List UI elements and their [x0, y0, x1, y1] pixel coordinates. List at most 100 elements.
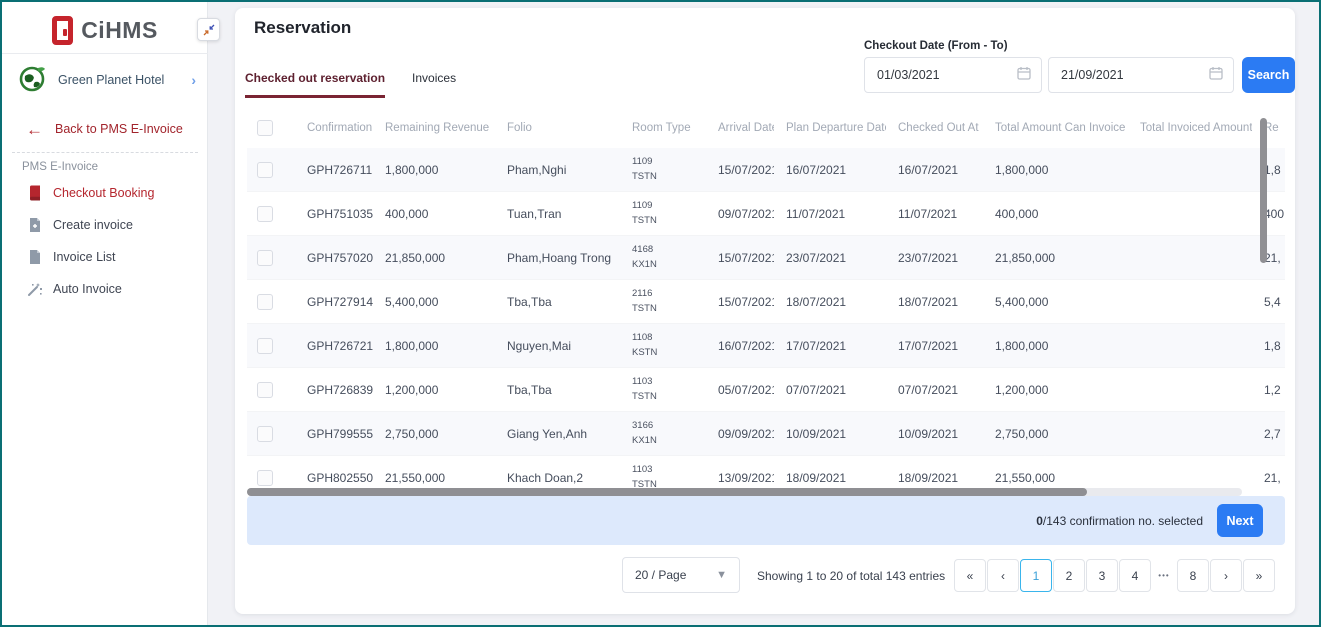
back-link[interactable]: ← Back to PMS E-Invoice [2, 116, 208, 142]
chevron-right-icon[interactable]: › [191, 72, 196, 88]
page-button-3[interactable]: 3 [1086, 559, 1118, 592]
cell-total-amount-can-invoice: 2,750,000 [983, 427, 1128, 441]
row-checkbox[interactable] [257, 338, 273, 354]
row-checkbox[interactable] [257, 206, 273, 222]
table-row[interactable]: GPH802550 21,550,000 Khach Doan,2 1103 T… [247, 456, 1285, 490]
back-link-label: Back to PMS E-Invoice [55, 122, 183, 136]
calendar-icon[interactable] [1209, 66, 1223, 85]
date-from-input[interactable] [865, 68, 1017, 82]
table-body: GPH726711 1,800,000 Pham,Nghi 1109 TSTN … [247, 148, 1285, 490]
cell-remaining-revenue: 400,000 [373, 207, 495, 221]
cell-confirmation: GPH757020 [295, 251, 373, 265]
tab-checked-out-reservation[interactable]: Checked out reservation [245, 71, 385, 98]
col-total-amount-can-invoice: Total Amount Can Invoice [983, 122, 1128, 134]
search-button[interactable]: Search [1242, 57, 1295, 93]
room-number: 2116 [632, 287, 706, 301]
cell-confirmation: GPH726839 [295, 383, 373, 397]
table-row[interactable]: GPH799555 2,750,000 Giang Yen,Anh 3166 K… [247, 412, 1285, 456]
hotel-selector[interactable]: Green Planet Hotel › [2, 62, 208, 98]
tab-invoices[interactable]: Invoices [412, 71, 456, 98]
sidebar-item-label: Create invoice [53, 218, 133, 232]
col-plan-departure-date: Plan Departure Date [774, 122, 886, 134]
cell-remaining-truncated: 1,8 [1252, 339, 1285, 353]
cell-remaining-revenue: 2,750,000 [373, 427, 495, 441]
cell-checked-out-at: 18/09/2021 [886, 471, 983, 485]
select-all-checkbox[interactable] [257, 120, 273, 136]
page-button-«[interactable]: « [954, 559, 986, 592]
sidebar-item-checkout-booking[interactable]: Checkout Booking [2, 179, 208, 207]
row-checkbox[interactable] [257, 382, 273, 398]
cell-remaining-truncated: 5,4 [1252, 295, 1285, 309]
vertical-scrollbar[interactable] [1260, 118, 1267, 263]
page-button-‹[interactable]: ‹ [987, 559, 1019, 592]
selected-count: 0 [1036, 514, 1043, 528]
cell-room-type: 1109 TSTN [620, 199, 706, 228]
cell-total-amount-can-invoice: 5,400,000 [983, 295, 1128, 309]
cell-remaining-revenue: 21,850,000 [373, 251, 495, 265]
cell-room-type: 4168 KX1N [620, 243, 706, 272]
page-size-value: 20 / Page [623, 568, 716, 582]
row-checkbox[interactable] [257, 250, 273, 266]
table-row[interactable]: GPH727914 5,400,000 Tba,Tba 2116 TSTN 15… [247, 280, 1285, 324]
cell-arrival-date: 13/09/2021 [706, 471, 774, 485]
col-remaining-revenue: Remaining Revenue [373, 122, 495, 134]
selected-count-suffix: /143 confirmation no. selected [1043, 514, 1203, 528]
page-ellipsis[interactable]: ••• [1152, 559, 1176, 592]
cell-confirmation: GPH726721 [295, 339, 373, 353]
tab-bar: Checked out reservation Invoices [245, 71, 456, 98]
sidebar-item-auto-invoice[interactable]: Auto Invoice [2, 275, 208, 303]
cell-folio: Nguyen,Mai [495, 339, 620, 353]
row-checkbox[interactable] [257, 294, 273, 310]
table-row[interactable]: GPH757020 21,850,000 Pham,Hoang Trong 41… [247, 236, 1285, 280]
cell-checked-out-at: 18/07/2021 [886, 295, 983, 309]
app-window: CiHMS Green Planet Hotel › ← Back to PMS… [0, 0, 1321, 627]
showing-entries-text: Showing 1 to 20 of total 143 entries [757, 569, 945, 583]
horizontal-scrollbar-thumb[interactable] [247, 488, 1087, 496]
sidebar-item-label: Checkout Booking [53, 186, 154, 200]
cell-remaining-revenue: 21,550,000 [373, 471, 495, 485]
row-checkbox[interactable] [257, 426, 273, 442]
dashed-divider [12, 152, 198, 153]
page-button-1[interactable]: 1 [1020, 559, 1052, 592]
content-card: Reservation Checkout Date (From - To) Se… [235, 8, 1295, 614]
cell-remaining-truncated: 21, [1252, 471, 1285, 485]
room-type-code: TSTN [632, 390, 706, 404]
table-row[interactable]: GPH726721 1,800,000 Nguyen,Mai 1108 KSTN… [247, 324, 1285, 368]
row-checkbox[interactable] [257, 162, 273, 178]
page-button-2[interactable]: 2 [1053, 559, 1085, 592]
room-type-code: TSTN [632, 302, 706, 316]
date-to-input[interactable] [1049, 68, 1209, 82]
cell-room-type: 2116 TSTN [620, 287, 706, 316]
room-number: 1109 [632, 155, 706, 169]
sidebar-collapse-button[interactable] [197, 18, 220, 41]
cell-checked-out-at: 23/07/2021 [886, 251, 983, 265]
page-button-4[interactable]: 4 [1119, 559, 1151, 592]
date-to-field[interactable] [1048, 57, 1234, 93]
calendar-icon[interactable] [1017, 66, 1031, 85]
table-row[interactable]: GPH751035 400,000 Tuan,Tran 1109 TSTN 09… [247, 192, 1285, 236]
cell-checked-out-at: 07/07/2021 [886, 383, 983, 397]
page-button-»[interactable]: » [1243, 559, 1275, 592]
file-plus-icon [27, 217, 43, 233]
page-button-›[interactable]: › [1210, 559, 1242, 592]
date-from-field[interactable] [864, 57, 1042, 93]
page-size-select[interactable]: 20 / Page ▼ [622, 557, 740, 593]
cell-folio: Pham,Nghi [495, 163, 620, 177]
sidebar-item-create-invoice[interactable]: Create invoice [2, 211, 208, 239]
earth-icon [16, 62, 48, 99]
cell-remaining-revenue: 1,800,000 [373, 339, 495, 353]
cell-plan-departure-date: 18/07/2021 [774, 295, 886, 309]
cell-plan-departure-date: 17/07/2021 [774, 339, 886, 353]
cell-folio: Tba,Tba [495, 383, 620, 397]
brand-name: CiHMS [81, 17, 158, 44]
table-row[interactable]: GPH726839 1,200,000 Tba,Tba 1103 TSTN 05… [247, 368, 1285, 412]
selection-bar: 0/143 confirmation no. selected Next [247, 496, 1285, 545]
row-checkbox[interactable] [257, 470, 273, 486]
selection-count-text: 0/143 confirmation no. selected [1036, 514, 1203, 528]
cell-confirmation: GPH726711 [295, 163, 373, 177]
horizontal-scrollbar-track[interactable] [247, 488, 1242, 496]
page-button-8[interactable]: 8 [1177, 559, 1209, 592]
table-row[interactable]: GPH726711 1,800,000 Pham,Nghi 1109 TSTN … [247, 148, 1285, 192]
sidebar-item-invoice-list[interactable]: Invoice List [2, 243, 208, 271]
next-button[interactable]: Next [1217, 504, 1263, 537]
